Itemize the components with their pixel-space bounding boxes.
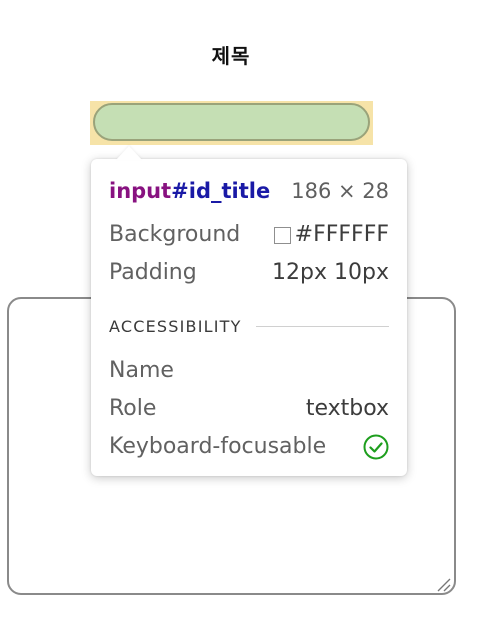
padding-label: Padding xyxy=(109,260,197,285)
role-value: textbox xyxy=(305,396,389,421)
section-divider xyxy=(255,326,389,327)
role-label: Role xyxy=(109,396,157,421)
padding-value: 12px 10px xyxy=(272,260,389,285)
background-row: Background #FFFFFF xyxy=(109,222,389,248)
element-selector: input#id_title xyxy=(109,178,270,204)
check-circle-icon xyxy=(363,434,389,460)
title-input[interactable] xyxy=(93,103,370,141)
padding-row: Padding 12px 10px xyxy=(109,260,389,286)
page-title: 제목 xyxy=(211,44,251,68)
color-swatch-icon xyxy=(273,226,291,244)
tooltip-arrow xyxy=(116,146,142,160)
accessibility-header-text: ACCESSIBILITY xyxy=(109,317,242,336)
background-color-text: #FFFFFF xyxy=(294,222,389,247)
keyboard-focusable-row: Keyboard-focusable xyxy=(109,434,389,460)
name-row: Name xyxy=(109,358,389,384)
name-label: Name xyxy=(109,358,174,383)
selector-tag: input xyxy=(109,179,172,203)
accessibility-section-header: ACCESSIBILITY xyxy=(109,317,389,336)
selector-id: #id_title xyxy=(171,179,271,203)
background-value: #FFFFFF xyxy=(273,222,389,248)
background-label: Background xyxy=(109,222,241,247)
role-row: Role textbox xyxy=(109,396,389,422)
inspector-header: input#id_title 186 × 28 xyxy=(109,178,389,204)
resize-grip-icon[interactable] xyxy=(435,576,451,592)
element-dimensions: 186 × 28 xyxy=(291,179,389,203)
inspector-tooltip: input#id_title 186 × 28 Background #FFFF… xyxy=(91,159,407,476)
keyboard-focusable-label: Keyboard-focusable xyxy=(109,434,327,459)
